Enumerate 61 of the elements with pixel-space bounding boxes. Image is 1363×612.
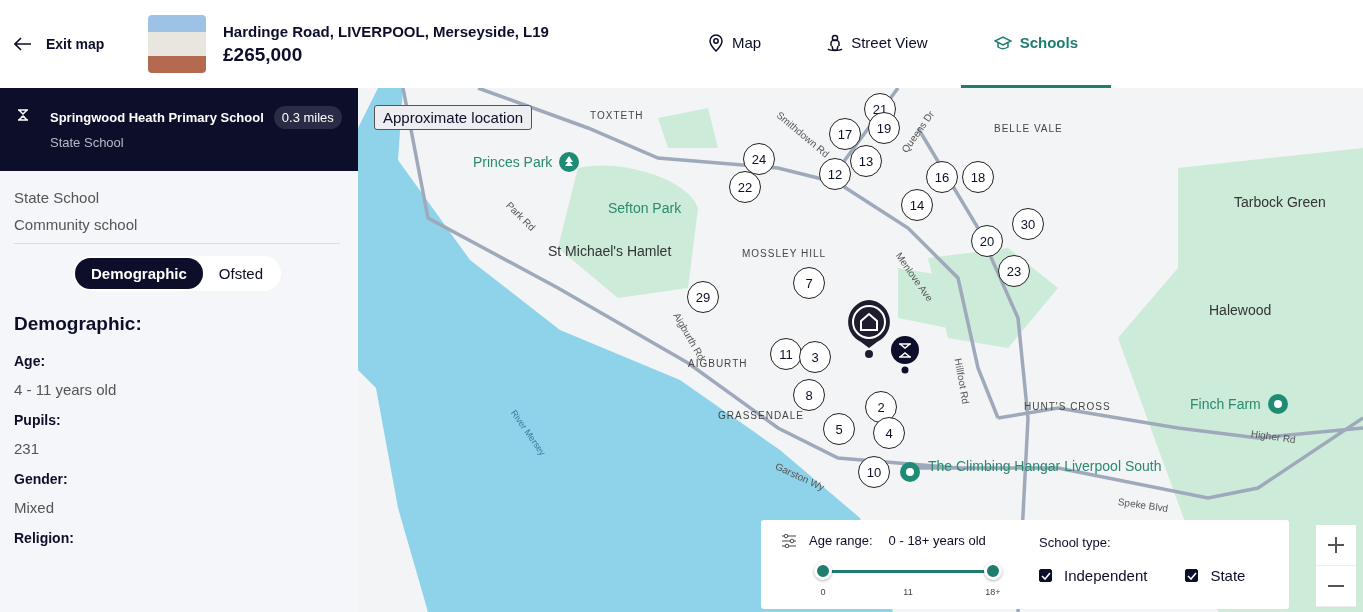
property-price: £265,000 — [223, 43, 304, 66]
home-marker-icon — [845, 298, 893, 358]
school-category: Community school — [14, 216, 139, 233]
slider-handle[interactable] — [984, 562, 1002, 580]
back-arrow-icon — [14, 37, 32, 51]
slider-tick-label: 18+ — [985, 587, 1001, 597]
field-label: Age: — [14, 353, 47, 369]
map-label: Higher Rd — [1250, 428, 1297, 446]
toggle-option[interactable]: Ofsted — [202, 258, 279, 289]
plus-icon — [1327, 536, 1345, 554]
school-type: State School — [50, 135, 125, 150]
approximate-location-label: Approximate location — [374, 105, 533, 130]
field-value: 4 - 11 years old — [14, 381, 118, 398]
map-label: Tarbock Green — [1234, 194, 1326, 210]
school-name: Springwood Heath Primary School — [50, 110, 264, 125]
toggle-option[interactable]: Demographic — [74, 258, 203, 289]
field-value: Mixed — [14, 499, 55, 516]
filter-sliders-icon — [781, 533, 797, 548]
slider-tick-label: 0 — [820, 587, 826, 597]
photo-placeholder — [148, 15, 206, 73]
checkbox[interactable] — [1185, 569, 1199, 582]
map-label: Finch Farm — [1190, 396, 1261, 412]
field-label: Pupils: — [14, 412, 62, 428]
checkbox[interactable] — [1039, 569, 1052, 582]
map-label: St Michael's Hamlet — [548, 243, 672, 259]
distance-badge: 0.3 miles — [273, 106, 342, 129]
age-range-label: Age range: — [809, 533, 873, 548]
map-label: Halewood — [1209, 302, 1272, 318]
field-label: Gender: — [14, 471, 69, 487]
map-label: Speke Blvd — [1117, 496, 1169, 514]
age-range-value: 0 - 18+ years old — [888, 533, 986, 548]
checkbox-label: Independent — [1064, 567, 1148, 584]
tree-marker-icon — [558, 151, 580, 173]
graduation-cap-icon — [993, 35, 1012, 50]
map-label: BELLE VALE — [994, 123, 1063, 134]
school-type-label: School type: — [1039, 535, 1111, 550]
property-address: Hardinge Road, LIVERPOOL, Merseyside, L19 — [223, 22, 550, 40]
location-marker-icon — [899, 461, 921, 483]
map-label: HUNT'S CROSS — [1024, 401, 1111, 412]
school-icon — [16, 108, 30, 122]
map-label: Princes Park — [473, 154, 553, 170]
map-pin-icon — [708, 33, 724, 52]
field-label: Religion: — [14, 530, 75, 546]
map-label: MOSSLEY HILL — [742, 248, 827, 259]
minus-icon — [1327, 584, 1345, 588]
checkbox-label: State — [1210, 567, 1246, 584]
person-icon — [827, 33, 844, 52]
section-heading: Demographic: — [14, 313, 143, 335]
map-label: Hillfoot Rd — [952, 357, 972, 405]
exit-map-link[interactable]: Exit map — [14, 36, 148, 52]
map-label: Sefton Park — [608, 200, 682, 216]
school-marker-icon — [890, 336, 920, 374]
map-label: AIGBURTH — [688, 358, 748, 369]
field-value: 231 — [14, 440, 41, 457]
map-label: TOXTETH — [590, 110, 644, 121]
tab[interactable]: Map — [675, 0, 795, 88]
slider-handle[interactable] — [814, 562, 832, 580]
slider-tick-label: 11 — [903, 587, 913, 597]
tab[interactable]: Street View — [794, 0, 961, 88]
location-marker-icon — [1267, 393, 1289, 415]
school-category: State School — [14, 189, 101, 206]
